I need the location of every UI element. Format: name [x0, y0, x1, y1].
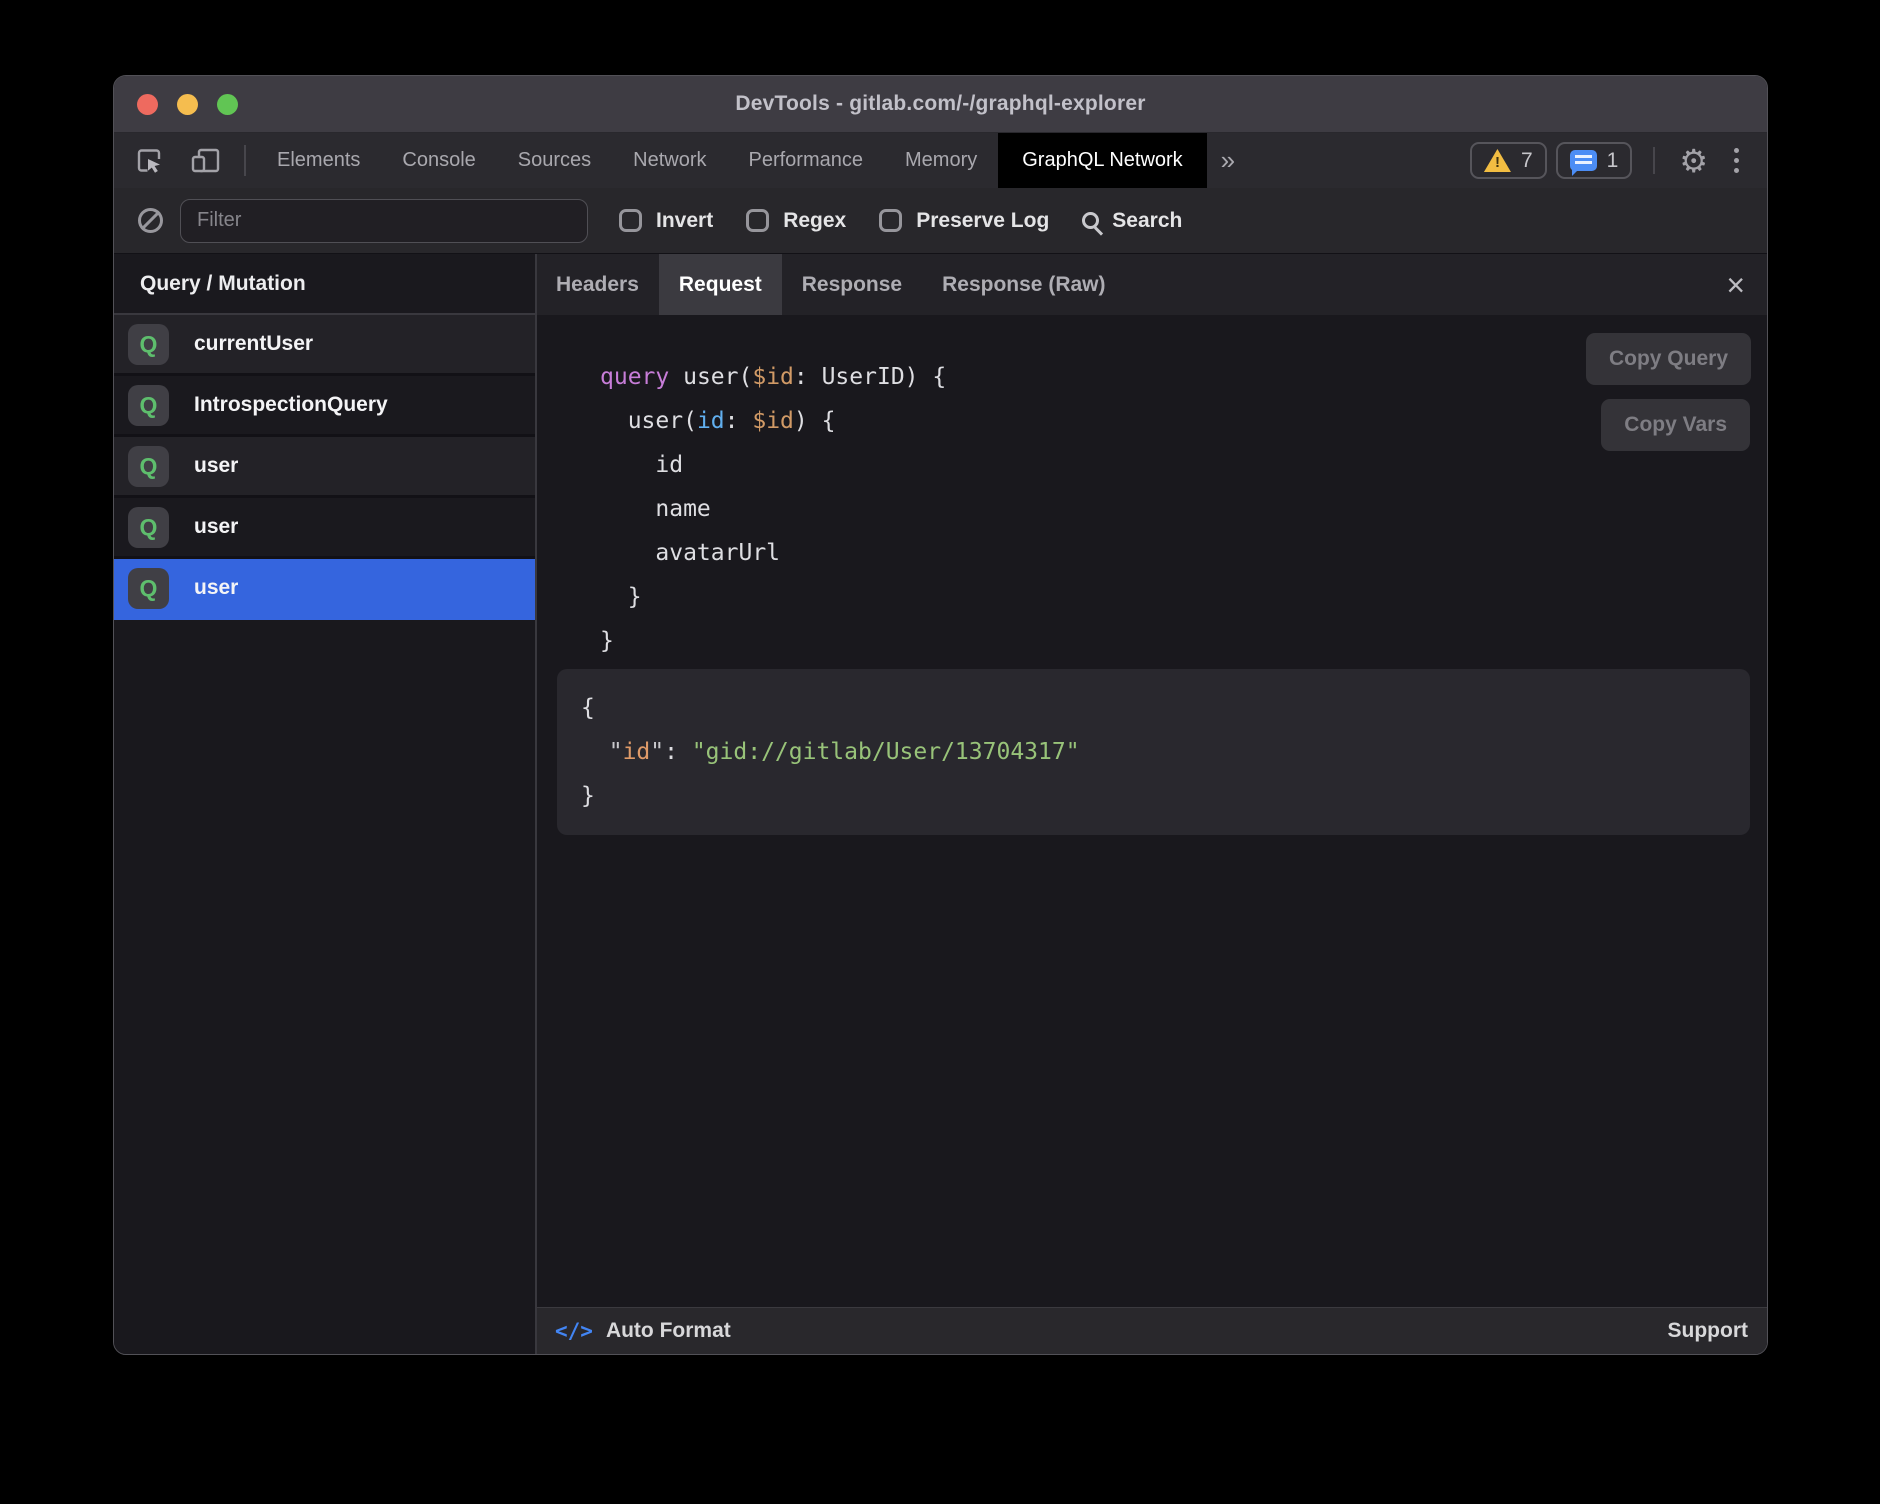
query-code-line: } — [600, 619, 946, 663]
panel-footer: </> Auto Format Support — [537, 1307, 1767, 1354]
variables-json: { "id": "gid://gitlab/User/13704317"} — [581, 686, 1750, 818]
query-list-item[interactable]: Quser — [114, 437, 535, 498]
checkbox-regex[interactable] — [746, 209, 769, 232]
request-tab-headers[interactable]: Headers — [537, 254, 659, 315]
variables-line: { — [581, 686, 1750, 730]
query-list-item[interactable]: Q IntrospectionQuery — [114, 376, 535, 437]
more-tabs-button[interactable]: » — [1207, 133, 1249, 188]
variables-line: } — [581, 774, 1750, 818]
variables-box: { "id": "gid://gitlab/User/13704317"} — [557, 669, 1750, 835]
request-tab-response[interactable]: Response — [782, 254, 922, 315]
search-button[interactable]: Search — [1082, 209, 1182, 233]
issues-badge[interactable]: 1 — [1556, 142, 1633, 179]
warning-count: 7 — [1521, 149, 1533, 173]
warning-icon — [1484, 149, 1511, 172]
devtools-tab-elements[interactable]: Elements — [256, 133, 381, 188]
devtools-tab-graphql-network[interactable]: GraphQL Network — [998, 133, 1206, 188]
graphql-query-code: query user($id: UserID) { user(id: $id) … — [600, 355, 946, 663]
search-label: Search — [1112, 209, 1182, 233]
query-type-badge: Q — [128, 385, 169, 426]
checkbox-group-preserve-log[interactable]: Preserve Log — [879, 209, 1049, 233]
auto-format-button[interactable]: Auto Format — [606, 1319, 731, 1343]
kebab-menu-icon[interactable] — [1720, 133, 1753, 188]
query-code-line: id — [600, 443, 946, 487]
filter-checkboxes: Invert Regex Preserve Log — [619, 209, 1049, 233]
minimize-window-button[interactable] — [177, 94, 198, 115]
query-type-badge: Q — [128, 568, 169, 609]
query-name: user — [194, 515, 238, 539]
warnings-badge[interactable]: 7 — [1470, 142, 1547, 179]
query-list-item[interactable]: Quser — [114, 498, 535, 559]
devtools-tab-sources[interactable]: Sources — [497, 133, 612, 188]
titlebar: DevTools - gitlab.com/-/graphql-explorer — [114, 76, 1767, 133]
clear-filter-icon[interactable] — [138, 208, 163, 233]
issue-count: 1 — [1607, 149, 1619, 173]
request-tabbar: HeadersRequestResponseResponse (Raw) × — [537, 254, 1767, 315]
devtools-tab-memory[interactable]: Memory — [884, 133, 998, 188]
auto-format-icon: </> — [555, 1319, 593, 1343]
checkbox-label-regex: Regex — [783, 209, 846, 233]
checkbox-group-regex[interactable]: Regex — [746, 209, 846, 233]
query-code-line: query user($id: UserID) { — [600, 355, 946, 399]
query-code-line: } — [600, 575, 946, 619]
query-code-line: avatarUrl — [600, 531, 946, 575]
request-tabs: HeadersRequestResponseResponse (Raw) — [537, 254, 1126, 315]
request-body: query user($id: UserID) { user(id: $id) … — [537, 315, 1767, 1307]
device-toolbar-icon — [190, 147, 221, 175]
query-type-badge: Q — [128, 507, 169, 548]
inspect-element-button[interactable] — [126, 133, 172, 188]
checkbox-group-invert[interactable]: Invert — [619, 209, 713, 233]
variables-line: "id": "gid://gitlab/User/13704317" — [581, 730, 1750, 774]
request-tab-response-raw[interactable]: Response (Raw) — [922, 254, 1125, 315]
devtools-tab-network[interactable]: Network — [612, 133, 727, 188]
query-name: IntrospectionQuery — [194, 393, 388, 417]
devtools-tab-performance[interactable]: Performance — [728, 133, 885, 188]
inspect-cursor-icon — [135, 147, 163, 175]
copy-vars-button[interactable]: Copy Vars — [1601, 399, 1750, 451]
checkbox-label-invert: Invert — [656, 209, 713, 233]
support-link[interactable]: Support — [1668, 1319, 1748, 1343]
message-bubble-icon — [1570, 150, 1597, 171]
traffic-lights — [137, 76, 238, 132]
copy-query-button[interactable]: Copy Query — [1586, 333, 1751, 385]
query-list-item[interactable]: Quser — [114, 559, 535, 620]
toolbar-divider — [244, 145, 246, 176]
checkbox-label-preserve-log: Preserve Log — [916, 209, 1049, 233]
devtools-tab-console[interactable]: Console — [381, 133, 496, 188]
maximize-window-button[interactable] — [217, 94, 238, 115]
devtools-tabbar: ElementsConsoleSourcesNetworkPerformance… — [114, 133, 1767, 188]
query-name: user — [194, 454, 238, 478]
filter-bar: Invert Regex Preserve Log Search — [114, 188, 1767, 254]
checkbox-invert[interactable] — [619, 209, 642, 232]
filter-input[interactable] — [180, 199, 588, 243]
checkbox-preserve-log[interactable] — [879, 209, 902, 232]
toolbar-divider — [1653, 147, 1655, 174]
query-list: QcurrentUserQIntrospectionQueryQuserQuse… — [114, 315, 535, 620]
query-name: user — [194, 576, 238, 600]
settings-gear-icon[interactable]: ⚙ — [1667, 133, 1720, 188]
query-list-panel: Query / Mutation QcurrentUserQIntrospect… — [114, 254, 537, 1354]
query-type-badge: Q — [128, 446, 169, 487]
query-code-line: name — [600, 487, 946, 531]
query-list-item[interactable]: QcurrentUser — [114, 315, 535, 376]
main-split: Query / Mutation QcurrentUserQIntrospect… — [114, 254, 1767, 1354]
devtools-tabs: ElementsConsoleSourcesNetworkPerformance… — [256, 133, 1207, 188]
window-title: DevTools - gitlab.com/-/graphql-explorer — [735, 92, 1145, 116]
query-type-badge: Q — [128, 324, 169, 365]
request-tab-request[interactable]: Request — [659, 254, 782, 315]
request-detail-panel: HeadersRequestResponseResponse (Raw) × q… — [537, 254, 1767, 1354]
search-icon — [1082, 212, 1099, 229]
query-code-line: user(id: $id) { — [600, 399, 946, 443]
device-toolbar-button[interactable] — [181, 133, 230, 188]
query-name: currentUser — [194, 332, 313, 356]
close-panel-icon[interactable]: × — [1722, 269, 1749, 301]
tabbar-spacer — [1249, 133, 1470, 188]
close-window-button[interactable] — [137, 94, 158, 115]
devtools-window: DevTools - gitlab.com/-/graphql-explorer… — [113, 75, 1768, 1355]
query-mutation-header: Query / Mutation — [114, 254, 535, 315]
